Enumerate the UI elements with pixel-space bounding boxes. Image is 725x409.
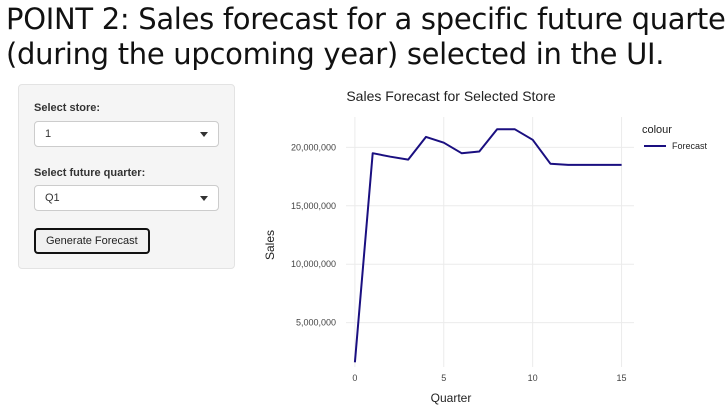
headline-line-2: (during the upcoming year) selected in t…: [6, 37, 665, 71]
quarter-select[interactable]: Q1: [34, 185, 219, 211]
legend-entry-forecast: Forecast: [672, 141, 708, 151]
headline-line-1: POINT 2: Sales forecast for a specific f…: [6, 2, 725, 36]
store-select-label: Select store:: [34, 102, 101, 114]
sales-forecast-chart: Sales Forecast for Selected Store 5,000,…: [263, 88, 708, 405]
chevron-down-icon: [200, 196, 208, 201]
chart-series: [353, 128, 622, 363]
page-headline: POINT 2: Sales forecast for a specific f…: [6, 2, 725, 72]
y-axis-label: Sales: [263, 230, 277, 260]
y-tick-label: 15,000,000: [291, 201, 336, 211]
chevron-down-icon: [200, 132, 208, 137]
y-tick-label: 10,000,000: [291, 259, 336, 269]
y-tick-label: 20,000,000: [291, 142, 336, 152]
chart-axis-ticks: 5,000,000 10,000,000 15,000,000 20,000,000 0…: [291, 142, 627, 383]
x-tick-label: 0: [352, 373, 357, 383]
x-tick-label: 15: [617, 373, 627, 383]
x-tick-label: 5: [441, 373, 446, 383]
quarter-select-value: Q1: [45, 192, 60, 204]
sidebar-panel: Select store: 1 Select future quarter: Q…: [18, 84, 235, 269]
chart-legend: colour Forecast: [642, 124, 708, 151]
quarter-select-label: Select future quarter:: [34, 167, 146, 179]
forecast-line: [353, 128, 622, 363]
chart-title: Sales Forecast for Selected Store: [346, 88, 556, 104]
chart-gridlines: [346, 117, 634, 367]
store-select-value: 1: [45, 128, 52, 140]
store-select[interactable]: 1: [34, 121, 219, 147]
legend-title: colour: [642, 124, 672, 136]
x-tick-label: 10: [528, 373, 538, 383]
generate-forecast-button[interactable]: Generate Forecast: [34, 228, 150, 254]
y-tick-label: 5,000,000: [296, 318, 336, 328]
x-axis-label: Quarter: [431, 391, 472, 405]
